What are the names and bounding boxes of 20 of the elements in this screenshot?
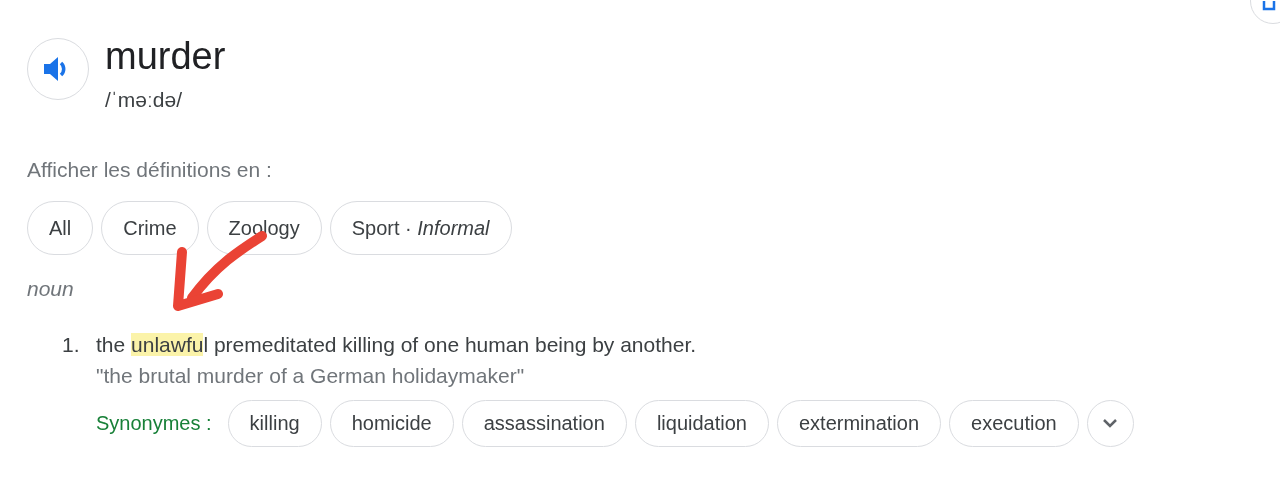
synonym-chip[interactable]: killing xyxy=(227,399,322,447)
definition-text: the unlawful premeditated killing of one human being by another. xyxy=(96,331,698,358)
example-text: "the brutal murder of a German holidaymaker" xyxy=(96,364,525,387)
filter-chip[interactable]: Sport · Informal xyxy=(329,201,512,255)
chevron-down-icon xyxy=(1102,418,1119,428)
list-number: 1. xyxy=(62,331,81,358)
synonym-chip[interactable]: homicide xyxy=(329,399,454,447)
synonyms-label: Synonymes : xyxy=(96,411,212,436)
section-label: Afficher les définitions en : xyxy=(27,157,272,181)
share-icon xyxy=(1262,1,1276,11)
synonym-chip[interactable]: liquidation xyxy=(634,399,769,447)
headword: murder xyxy=(105,36,226,76)
synonym-chip[interactable]: extermination xyxy=(776,399,941,447)
part-of-speech: noun xyxy=(27,277,74,300)
synonym-chip[interactable]: assassination xyxy=(461,399,627,447)
filter-chip[interactable]: Crime xyxy=(101,201,199,255)
filter-chip[interactable]: All xyxy=(27,201,94,255)
filter-chip[interactable]: Zoology xyxy=(206,201,322,255)
pronunciation: /ˈməːdə/ xyxy=(105,87,184,113)
synonym-chip[interactable]: execution xyxy=(949,399,1079,447)
